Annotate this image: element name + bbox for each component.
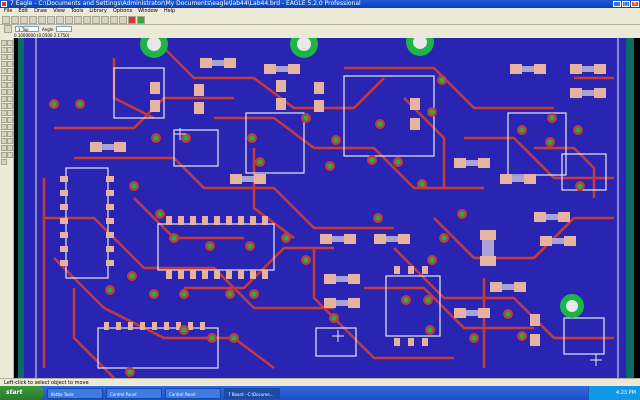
menu-draw[interactable]: Draw xyxy=(34,8,47,15)
redraw-icon[interactable] xyxy=(92,15,100,24)
menu-file[interactable]: File xyxy=(4,8,12,15)
command-toolbar xyxy=(0,38,14,378)
zoom-fit-icon[interactable] xyxy=(65,15,73,24)
start-button[interactable]: start xyxy=(0,386,44,400)
print-icon[interactable] xyxy=(20,15,28,24)
angle-select[interactable] xyxy=(56,26,73,32)
board-edge-left xyxy=(18,38,24,378)
open-icon[interactable] xyxy=(2,15,10,24)
go-icon[interactable] xyxy=(137,15,145,24)
taskbar: start Kettle Tools Control Panel Control… xyxy=(0,386,640,400)
menu-edit[interactable]: Edit xyxy=(18,8,28,15)
ripup-tool-icon[interactable] xyxy=(7,110,13,116)
menu-library[interactable]: Library xyxy=(89,8,106,15)
zoom-out-icon[interactable] xyxy=(83,15,91,24)
zoom-in-icon[interactable] xyxy=(74,15,82,24)
script-icon[interactable] xyxy=(47,15,55,24)
main-toolbar xyxy=(0,15,640,25)
taskbar-item-2[interactable]: Control Panel xyxy=(106,387,162,399)
text-tool-icon[interactable] xyxy=(7,117,13,123)
title-bar: 7 Eagle - C:\Documents and Settings\Admi… xyxy=(0,0,640,8)
cam-icon[interactable] xyxy=(29,15,37,24)
eagle-app-icon xyxy=(1,1,7,7)
autorouter-tool-icon[interactable] xyxy=(7,145,13,151)
menu-options[interactable]: Options xyxy=(113,8,132,15)
layer-select[interactable]: 1 Top xyxy=(15,26,39,32)
errors-tool-icon[interactable] xyxy=(1,159,7,165)
menu-bar: File Edit Draw View Tools Library Option… xyxy=(0,8,640,15)
delete-tool-icon[interactable] xyxy=(7,75,13,81)
menu-view[interactable]: View xyxy=(53,8,65,15)
window-controls: _ □ × xyxy=(613,1,639,7)
rotate-tool-icon[interactable] xyxy=(7,61,13,67)
system-tray-clock: 4:23 PM xyxy=(588,386,640,400)
arc-tool-icon[interactable] xyxy=(7,124,13,130)
board-canvas[interactable] xyxy=(14,38,640,378)
menu-help[interactable]: Help xyxy=(164,8,175,15)
undo-icon[interactable] xyxy=(110,15,118,24)
window-title: 7 Eagle - C:\Documents and Settings\Admi… xyxy=(10,0,361,7)
taskbar-item-1[interactable]: Kettle Tools xyxy=(47,387,103,399)
redo-icon[interactable] xyxy=(119,15,127,24)
status-bar: Left-click to select object to move xyxy=(0,378,640,386)
hole-tool-icon[interactable] xyxy=(7,138,13,144)
parameter-toolbar: 1 Top Angle xyxy=(0,25,640,33)
layer-icon[interactable] xyxy=(4,25,12,33)
run-icon[interactable] xyxy=(56,15,64,24)
show-tool-icon[interactable] xyxy=(7,40,13,46)
optimize-tool-icon[interactable] xyxy=(7,103,13,109)
menu-tools[interactable]: Tools xyxy=(71,8,83,15)
split-tool-icon[interactable] xyxy=(7,96,13,102)
board-icon[interactable] xyxy=(38,15,46,24)
taskbar-item-eagle[interactable]: 7 Board - C:\Docume... xyxy=(224,387,280,399)
zoom-select-icon[interactable] xyxy=(101,15,109,24)
pcb-layout[interactable] xyxy=(14,38,640,378)
close-button[interactable]: × xyxy=(631,1,639,7)
replace-tool-icon[interactable] xyxy=(7,82,13,88)
menu-window[interactable]: Window xyxy=(138,8,158,15)
drc-tool-icon[interactable] xyxy=(7,152,13,158)
angle-label: Angle xyxy=(42,26,54,32)
board-edge-right xyxy=(626,38,634,378)
save-icon[interactable] xyxy=(11,15,19,24)
mark-tool-icon[interactable] xyxy=(7,47,13,53)
polygon-tool-icon[interactable] xyxy=(7,131,13,137)
value-tool-icon[interactable] xyxy=(7,89,13,95)
copy-tool-icon[interactable] xyxy=(7,54,13,60)
minimize-button[interactable]: _ xyxy=(613,1,621,7)
stop-icon[interactable] xyxy=(128,15,136,24)
maximize-button[interactable]: □ xyxy=(622,1,630,7)
change-tool-icon[interactable] xyxy=(7,68,13,74)
taskbar-item-3[interactable]: Control Panel xyxy=(165,387,221,399)
